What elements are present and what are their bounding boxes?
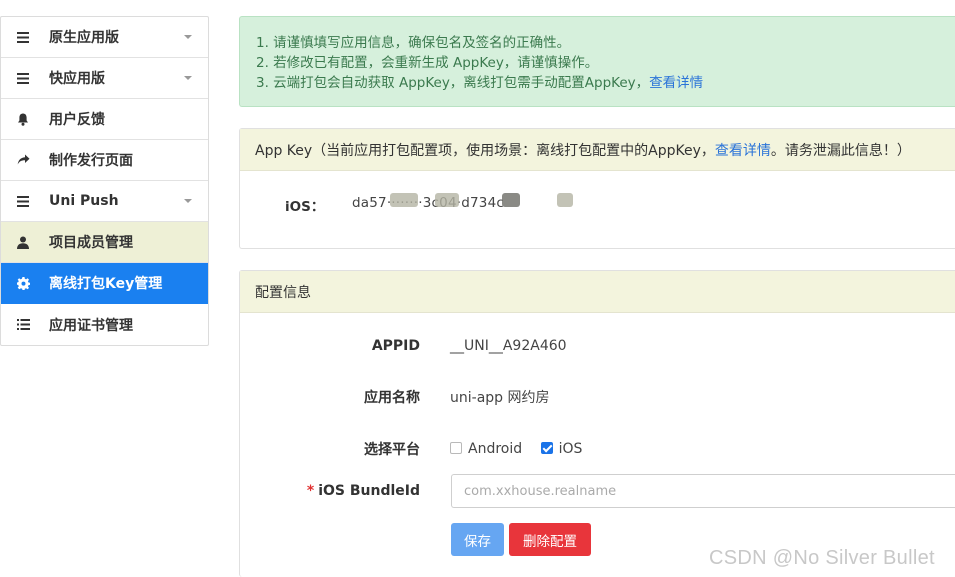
sidebar-item-label: 应用证书管理 xyxy=(49,317,133,334)
bundleid-label: * iOS BundleId xyxy=(307,483,420,499)
sidebar-menu: 原生应用版 快应用版 用户反馈 制作发行页面 Uni Push 项目成员管理 离… xyxy=(0,16,209,346)
sidebar-item-certificates[interactable]: 应用证书管理 xyxy=(1,304,208,345)
notice-line-3: 3. 云端打包会自动获取 AppKey，离线打包需手动配置AppKey，查看详情 xyxy=(256,73,955,93)
redaction-mask xyxy=(435,193,459,207)
menu-icon xyxy=(15,70,31,86)
sidebar-item-label: 原生应用版 xyxy=(49,30,119,46)
bell-icon xyxy=(15,111,31,127)
notice-alert: 1. 请谨慎填写应用信息，确保包名及签名的正确性。 2. 若修改已有配置，会重新… xyxy=(239,16,955,107)
appname-value: uni-app 网约房 xyxy=(450,390,550,406)
appname-label: 应用名称 xyxy=(364,390,420,406)
config-panel-header: 配置信息 xyxy=(240,271,955,313)
sidebar-item-members[interactable]: 项目成员管理 xyxy=(1,222,208,263)
notice-line-1: 1. 请谨慎填写应用信息，确保包名及签名的正确性。 xyxy=(256,35,571,51)
required-marker: * xyxy=(306,483,315,499)
platform-row: 选择平台 Android iOS xyxy=(240,439,955,459)
sidebar-item-label: 离线打包Key管理 xyxy=(49,276,163,292)
sidebar-item-uni-push[interactable]: Uni Push xyxy=(1,181,208,222)
chevron-down-icon xyxy=(184,199,192,203)
config-panel-title: 配置信息 xyxy=(255,284,311,301)
list-icon xyxy=(15,317,31,333)
appid-label: APPID xyxy=(371,338,420,354)
save-button[interactable]: 保存 xyxy=(451,523,504,556)
notice-details-link[interactable]: 查看详情 xyxy=(649,75,703,91)
bundleid-label-text: iOS BundleId xyxy=(318,483,420,499)
sidebar-item-label: 制作发行页面 xyxy=(49,153,133,169)
notice-line-3-text: 3. 云端打包会自动获取 AppKey，离线打包需手动配置AppKey， xyxy=(256,75,650,91)
platform-label: 选择平台 xyxy=(364,442,420,458)
ios-appkey-value: da57········3c04·d734c xyxy=(352,195,504,211)
platform-ios-option[interactable]: iOS xyxy=(540,441,583,457)
menu-icon xyxy=(15,29,31,45)
appid-row: APPID __UNI__A92A460 xyxy=(240,336,955,356)
bundleid-input[interactable] xyxy=(451,474,955,508)
appkey-panel-header: App Key（当前应用打包配置项，使用场景：离线打包配置中的AppKey， 查看… xyxy=(240,129,955,171)
sidebar-item-label: Uni Push xyxy=(49,193,119,209)
sidebar-item-quick-app[interactable]: 快应用版 xyxy=(1,58,208,99)
sidebar-item-label: 用户反馈 xyxy=(49,112,105,128)
sidebar-item-native-app[interactable]: 原生应用版 xyxy=(1,17,208,58)
ios-checkbox[interactable] xyxy=(540,442,553,454)
sidebar-item-offline-key[interactable]: 离线打包Key管理 xyxy=(1,263,208,304)
sidebar-item-label: 快应用版 xyxy=(49,71,105,87)
gear-icon xyxy=(15,275,31,291)
sidebar-item-release-page[interactable]: 制作发行页面 xyxy=(1,140,208,181)
appid-value: __UNI__A92A460 xyxy=(450,338,567,354)
menu-icon xyxy=(15,193,31,209)
appname-row: 应用名称 uni-app 网约房 xyxy=(240,387,955,407)
android-label: Android xyxy=(468,441,523,457)
delete-config-button[interactable]: 删除配置 xyxy=(509,523,591,556)
redaction-mask xyxy=(390,193,418,207)
notice-line-2: 2. 若修改已有配置，会重新生成 AppKey，请谨慎操作。 xyxy=(256,55,599,71)
redaction-mask xyxy=(502,193,520,207)
config-panel: 配置信息 APPID __UNI__A92A460 应用名称 uni-app 网… xyxy=(239,270,955,577)
appkey-details-link[interactable]: 查看详情 xyxy=(715,140,771,160)
chevron-down-icon xyxy=(184,35,192,39)
watermark-text: CSDN @No Silver Bullet xyxy=(709,547,935,569)
platform-android-option[interactable]: Android xyxy=(450,441,522,457)
android-checkbox[interactable] xyxy=(450,442,462,454)
redaction-mask xyxy=(557,193,573,207)
appkey-panel: App Key（当前应用打包配置项，使用场景：离线打包配置中的AppKey， 查看… xyxy=(239,128,955,249)
user-icon xyxy=(15,234,31,250)
chevron-down-icon xyxy=(184,76,192,80)
appkey-header-suffix: 。请务泄漏此信息！） xyxy=(770,142,911,159)
appkey-header-text: App Key（当前应用打包配置项，使用场景：离线打包配置中的AppKey， xyxy=(255,142,715,159)
ios-label: iOS xyxy=(558,441,583,457)
sidebar-item-feedback[interactable]: 用户反馈 xyxy=(1,99,208,140)
share-arrow-icon xyxy=(15,152,31,168)
sidebar-item-label: 项目成员管理 xyxy=(49,235,133,251)
platform-options: Android iOS xyxy=(450,441,596,457)
ios-appkey-label: iOS： xyxy=(285,199,325,215)
